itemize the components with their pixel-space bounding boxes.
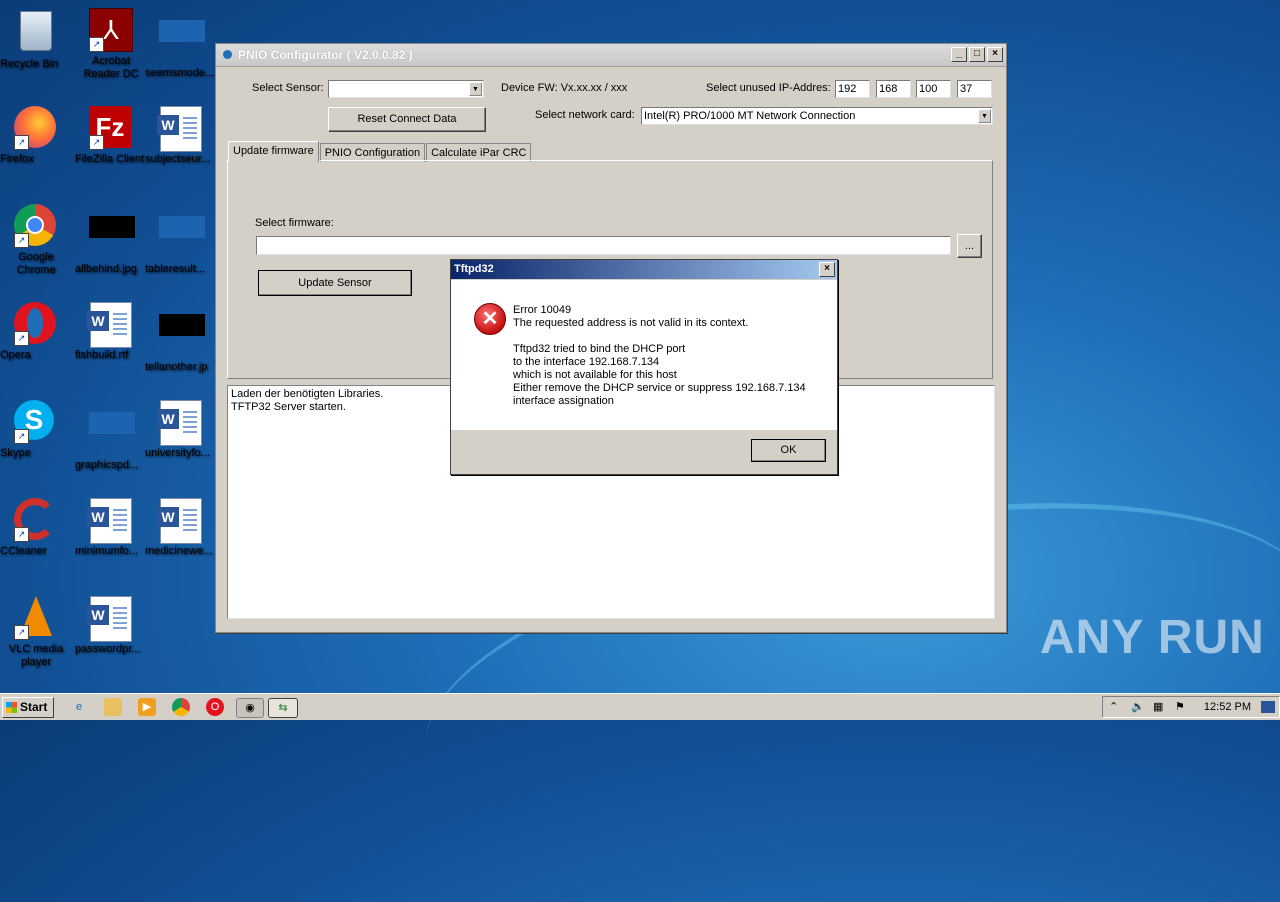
- opera-taskbar-icon[interactable]: O: [206, 698, 224, 716]
- desktop-icon-tellanother[interactable]: tellanother.jp: [145, 302, 217, 373]
- desktop-icon-subjectseur[interactable]: W subjectseur...: [145, 106, 217, 165]
- ip-octet-1[interactable]: 192: [835, 80, 870, 98]
- desktop-icon-firefox[interactable]: ↗ Firefox: [0, 106, 72, 165]
- chrome-taskbar-icon[interactable]: [172, 698, 190, 716]
- skype-icon: S ↗: [14, 400, 58, 444]
- file-icon: [159, 20, 205, 64]
- network-icon[interactable]: ▦: [1153, 700, 1163, 713]
- dialog-message: Error 10049 The requested address is not…: [513, 304, 806, 407]
- dialog-titlebar[interactable]: Tftpd32 ×: [451, 260, 837, 279]
- chevron-down-icon[interactable]: ▼: [469, 82, 482, 96]
- word-document-icon: W: [87, 596, 133, 642]
- taskbar: Start e ▶ O ◉ ⇆ ⌃ 🔈 ▦ ⚑ 12:52 PM: [0, 693, 1280, 720]
- anyrun-watermark: ANY RUN: [1040, 611, 1265, 664]
- minimize-button[interactable]: _: [951, 47, 967, 62]
- chevron-up-icon[interactable]: ⌃: [1109, 700, 1118, 713]
- chevron-down-icon[interactable]: ▼: [978, 109, 991, 123]
- network-card-combo[interactable]: Intel(R) PRO/1000 MT Network Connection …: [641, 107, 993, 125]
- vlc-cone-icon: ↗: [14, 596, 58, 640]
- recycle-bin-icon: [14, 11, 58, 55]
- desktop-icon-fishbuild[interactable]: W fishbuild.rtf: [75, 302, 147, 361]
- opera-icon: ↗: [14, 302, 58, 346]
- dialog-title: Tftpd32: [454, 263, 494, 275]
- firefox-icon: ↗: [14, 106, 58, 150]
- word-document-icon: W: [157, 106, 203, 152]
- desktop-icon-vlc[interactable]: ↗ VLC media player: [0, 596, 72, 668]
- reset-connect-data-button[interactable]: Reset Connect Data: [328, 107, 486, 132]
- pnio-configurator-taskbar-button[interactable]: ◉: [236, 698, 264, 718]
- windows-logo-icon: [6, 702, 17, 713]
- update-sensor-button[interactable]: Update Sensor: [258, 270, 412, 296]
- volume-icon[interactable]: 🔈: [1131, 700, 1145, 713]
- word-document-icon: W: [87, 498, 133, 544]
- desktop-icon-passwordpr[interactable]: W passwordpr...: [75, 596, 147, 655]
- desktop-icon-recycle-bin[interactable]: Recycle Bin: [0, 8, 72, 70]
- desktop-icon-google-chrome[interactable]: ↗ Google Chrome: [0, 204, 72, 276]
- desktop-icon-acrobat[interactable]: ⅄ ↗ Acrobat Reader DC: [75, 8, 147, 80]
- firmware-path-field[interactable]: [256, 236, 951, 255]
- tab-update-firmware[interactable]: Update firmware: [228, 141, 319, 162]
- start-label: Start: [20, 700, 48, 714]
- show-desktop-icon[interactable]: [1261, 701, 1275, 713]
- browse-button[interactable]: ...: [957, 234, 982, 258]
- dialog-body: ✕ Error 10049 The requested address is n…: [451, 280, 837, 430]
- app-icon: [223, 50, 232, 59]
- ip-octet-2[interactable]: 168: [876, 80, 911, 98]
- system-tray: ⌃ 🔈 ▦ ⚑ 12:52 PM: [1102, 696, 1280, 718]
- select-sensor-combo[interactable]: ▼: [328, 80, 484, 98]
- ccleaner-icon: ↗: [14, 498, 58, 542]
- error-icon: ✕: [474, 303, 506, 335]
- acrobat-icon: ⅄ ↗: [89, 8, 133, 52]
- maximize-button[interactable]: □: [969, 47, 985, 62]
- network-card-value: Intel(R) PRO/1000 MT Network Connection: [644, 110, 856, 122]
- desktop-icon-filezilla[interactable]: Fz ↗ FileZilla Client: [75, 106, 147, 165]
- desktop-icon-seemsmode[interactable]: seemsmode...: [145, 8, 217, 79]
- internet-explorer-icon[interactable]: e: [70, 698, 88, 716]
- desktop-icon-tableresult[interactable]: tableresult...: [145, 204, 217, 275]
- file-explorer-icon[interactable]: [104, 698, 122, 716]
- chrome-icon: ↗: [14, 204, 58, 248]
- flag-icon[interactable]: ⚑: [1175, 700, 1185, 713]
- desktop-icon-skype[interactable]: S ↗ Skype: [0, 400, 72, 459]
- tftpd32-taskbar-button[interactable]: ⇆: [268, 698, 298, 718]
- desktop-icon-universityfo[interactable]: W universityfo...: [145, 400, 217, 459]
- media-player-icon[interactable]: ▶: [138, 698, 156, 716]
- dialog-close-button[interactable]: ×: [819, 262, 835, 277]
- image-file-icon: [159, 314, 205, 358]
- desktop-icon-allbehind[interactable]: allbehind.jpg: [75, 204, 147, 275]
- tftpd32-error-dialog: Tftpd32 × ✕ Error 10049 The requested ad…: [450, 259, 838, 475]
- filezilla-icon: Fz ↗: [89, 106, 133, 150]
- select-ip-label: Select unused IP-Addres:: [706, 82, 831, 94]
- ip-octet-4[interactable]: 37: [957, 80, 992, 98]
- desktop-icon-graphicspd[interactable]: graphicspd...: [75, 400, 147, 471]
- window-titlebar[interactable]: PNIO Configurator ( V2.0.0.82 ) _ □ ×: [216, 44, 1006, 67]
- clock[interactable]: 12:52 PM: [1204, 701, 1251, 713]
- file-icon: [159, 216, 205, 260]
- ok-button[interactable]: OK: [751, 439, 826, 462]
- desktop-icon-opera[interactable]: ↗ Opera: [0, 302, 72, 361]
- select-firmware-label: Select firmware:: [255, 217, 334, 229]
- desktop-icon-minimumfo[interactable]: W minimumfo...: [75, 498, 147, 557]
- file-icon: [89, 412, 135, 456]
- select-sensor-label: Select Sensor:: [252, 82, 324, 94]
- device-fw-label: Device FW: Vx.xx.xx / xxx: [501, 82, 628, 94]
- word-document-icon: W: [157, 400, 203, 446]
- word-document-icon: W: [157, 498, 203, 544]
- close-button[interactable]: ×: [987, 47, 1003, 62]
- desktop-icon-medicinewe[interactable]: W medicinewe...: [145, 498, 217, 557]
- image-file-icon: [89, 216, 135, 260]
- word-document-icon: W: [87, 302, 133, 348]
- desktop-icon-ccleaner[interactable]: ↗ CCleaner: [0, 498, 72, 557]
- start-button[interactable]: Start: [2, 697, 54, 718]
- network-card-label: Select network card:: [535, 109, 635, 121]
- ip-octet-3[interactable]: 100: [916, 80, 951, 98]
- window-title: PNIO Configurator ( V2.0.0.82 ): [238, 48, 413, 62]
- tab-bar: Update firmware PNIO Configuration Calcu…: [228, 141, 532, 162]
